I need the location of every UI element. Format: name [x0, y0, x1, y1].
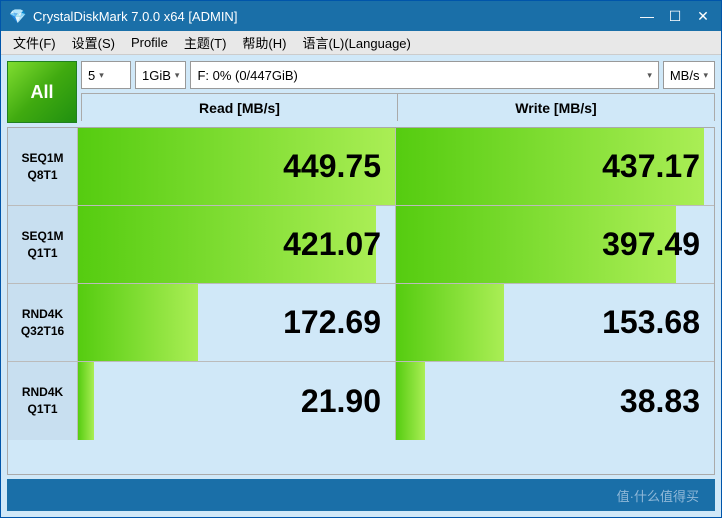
read-number-rnd4k-q1t1: 21.90 [301, 383, 381, 420]
table-row: RND4K Q1T1 21.90 38.83 [8, 362, 714, 440]
menu-theme[interactable]: 主题(T) [176, 31, 235, 54]
write-number-seq1m-q1t1: 397.49 [602, 226, 700, 263]
table-header-row: Read [MB/s] Write [MB/s] [81, 93, 715, 121]
count-value: 5 [88, 68, 95, 83]
maximize-button[interactable]: ☐ [665, 6, 685, 26]
watermark-bar: 值·什么值得买 [7, 479, 715, 511]
watermark-text: 值·什么值得买 [617, 486, 699, 505]
unit-chevron: ▾ [703, 70, 708, 81]
selects-top-row: 5 ▾ 1GiB ▾ F: 0% (0/447GiB) ▾ [81, 61, 715, 89]
write-bar-rnd4k-q32t16 [396, 284, 504, 361]
unit-value: MB/s [670, 68, 700, 83]
write-value-seq1m-q1t1: 397.49 [396, 206, 714, 283]
minimize-button[interactable]: — [637, 6, 657, 26]
count-chevron: ▾ [99, 70, 104, 81]
read-bar-rnd4k-q1t1 [78, 362, 94, 440]
menu-settings[interactable]: 设置(S) [64, 31, 123, 54]
window-title: CrystalDiskMark 7.0.0 x64 [ADMIN] [33, 9, 637, 24]
content-area: All 5 ▾ 1GiB ▾ F: 0% [1, 55, 721, 517]
app-window: 💎 CrystalDiskMark 7.0.0 x64 [ADMIN] — ☐ … [0, 0, 722, 518]
drive-chevron: ▾ [647, 70, 652, 81]
count-select[interactable]: 5 ▾ [81, 61, 131, 89]
menu-file[interactable]: 文件(F) [5, 31, 64, 54]
write-header: Write [MB/s] [398, 94, 714, 121]
read-value-rnd4k-q32t16: 172.69 [78, 284, 396, 361]
menu-profile[interactable]: Profile [123, 31, 176, 54]
table-row: SEQ1M Q8T1 449.75 437.17 [8, 128, 714, 206]
window-controls: — ☐ ✕ [637, 6, 713, 26]
read-value-seq1m-q1t1: 421.07 [78, 206, 396, 283]
table-row: SEQ1M Q1T1 421.07 397.49 [8, 206, 714, 284]
menu-language[interactable]: 语言(L)(Language) [294, 31, 418, 54]
write-number-rnd4k-q32t16: 153.68 [602, 304, 700, 341]
menu-help[interactable]: 帮助(H) [234, 31, 294, 54]
read-number-rnd4k-q32t16: 172.69 [283, 304, 381, 341]
read-value-rnd4k-q1t1: 21.90 [78, 362, 396, 440]
unit-select[interactable]: MB/s ▾ [663, 61, 715, 89]
titlebar: 💎 CrystalDiskMark 7.0.0 x64 [ADMIN] — ☐ … [1, 1, 721, 31]
data-grid: SEQ1M Q8T1 449.75 437.17 SEQ1M Q1T1 [7, 127, 715, 475]
read-value-seq1m-q8t1: 449.75 [78, 128, 396, 205]
row-label-rnd4k-q1t1: RND4K Q1T1 [8, 362, 78, 440]
size-select[interactable]: 1GiB ▾ [135, 61, 186, 89]
drive-select[interactable]: F: 0% (0/447GiB) ▾ [190, 61, 658, 89]
read-number-seq1m-q1t1: 421.07 [283, 226, 381, 263]
table-row: RND4K Q32T16 172.69 153.68 [8, 284, 714, 362]
top-controls: All 5 ▾ 1GiB ▾ F: 0% [7, 61, 715, 123]
row-label-seq1m-q8t1: SEQ1M Q8T1 [8, 128, 78, 205]
read-header: Read [MB/s] [82, 94, 398, 121]
drive-value: F: 0% (0/447GiB) [197, 68, 643, 83]
size-value: 1GiB [142, 68, 171, 83]
read-bar-rnd4k-q32t16 [78, 284, 198, 361]
controls-right: 5 ▾ 1GiB ▾ F: 0% (0/447GiB) ▾ [81, 61, 715, 123]
write-number-rnd4k-q1t1: 38.83 [620, 383, 700, 420]
write-value-rnd4k-q32t16: 153.68 [396, 284, 714, 361]
write-value-seq1m-q8t1: 437.17 [396, 128, 714, 205]
close-button[interactable]: ✕ [693, 6, 713, 26]
size-chevron: ▾ [175, 70, 180, 81]
read-number-seq1m-q8t1: 449.75 [283, 148, 381, 185]
write-value-rnd4k-q1t1: 38.83 [396, 362, 714, 440]
row-label-rnd4k-q32t16: RND4K Q32T16 [8, 284, 78, 361]
write-number-seq1m-q8t1: 437.17 [602, 148, 700, 185]
app-icon: 💎 [9, 7, 27, 25]
menubar: 文件(F) 设置(S) Profile 主题(T) 帮助(H) 语言(L)(La… [1, 31, 721, 55]
row-label-seq1m-q1t1: SEQ1M Q1T1 [8, 206, 78, 283]
all-button[interactable]: All [7, 61, 77, 123]
write-bar-rnd4k-q1t1 [396, 362, 425, 440]
